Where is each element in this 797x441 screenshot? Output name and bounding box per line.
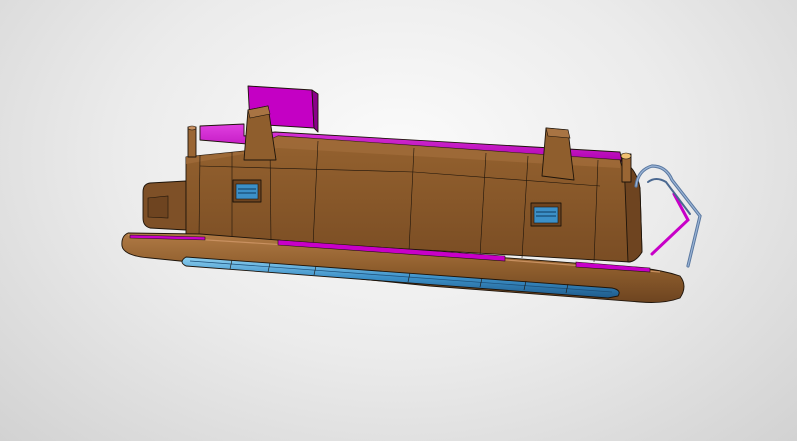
- small-post-right[interactable]: [620, 152, 632, 183]
- mounting-tower-right[interactable]: [541, 127, 575, 181]
- snap-window-right[interactable]: [530, 202, 562, 227]
- snap-window-left[interactable]: [232, 179, 262, 203]
- cad-model-stop-lamp[interactable]: [0, 0, 797, 441]
- left-end-cap[interactable]: [142, 180, 187, 231]
- small-post-left[interactable]: [187, 125, 197, 158]
- cad-viewport[interactable]: [0, 0, 797, 441]
- spring-clip-icon[interactable]: [634, 164, 702, 268]
